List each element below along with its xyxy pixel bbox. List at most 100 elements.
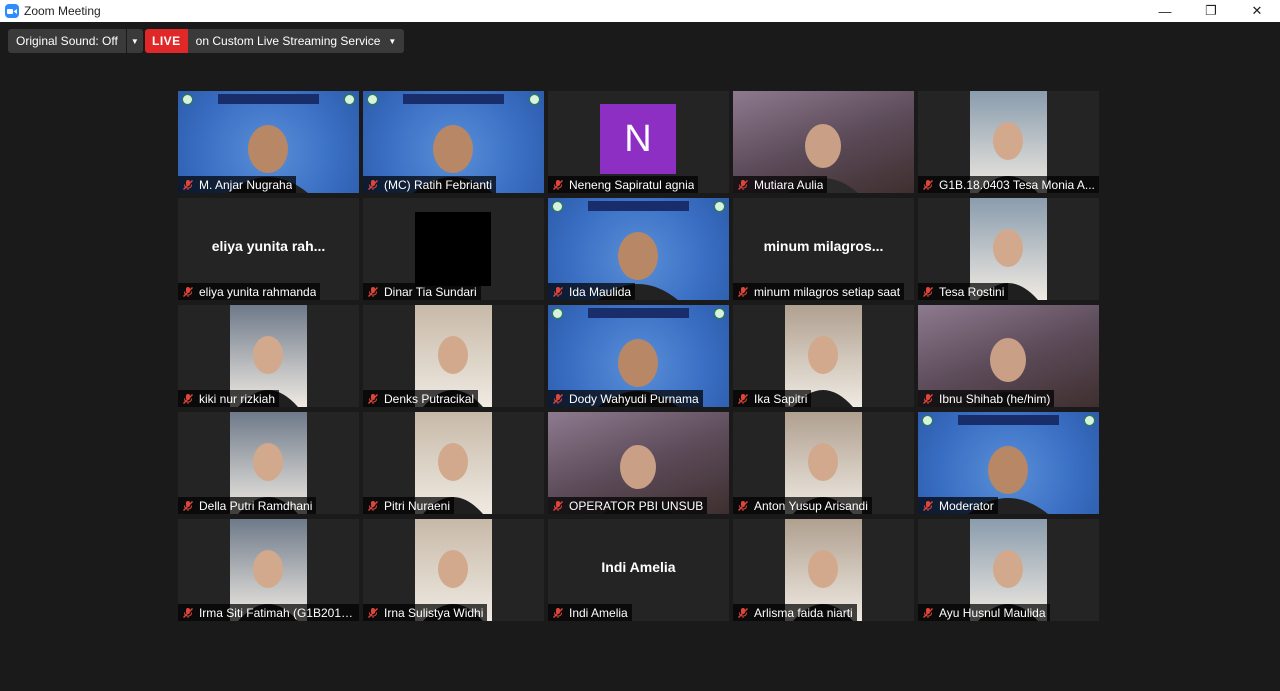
participant-name-bar: (MC) Ratih Febrianti bbox=[363, 176, 497, 193]
mic-muted-icon bbox=[921, 285, 935, 299]
participant-tile[interactable]: Anton Yusup Arisandi bbox=[733, 412, 914, 514]
mic-muted-icon bbox=[366, 392, 380, 406]
mic-muted-icon bbox=[181, 392, 195, 406]
participant-name-bar: G1B.18.0403 Tesa Monia A... bbox=[918, 176, 1099, 193]
mic-muted-icon bbox=[551, 285, 565, 299]
live-stream-control[interactable]: LIVE on Custom Live Streaming Service ▼ bbox=[145, 29, 405, 53]
participant-name: G1B.18.0403 Tesa Monia A... bbox=[939, 177, 1095, 192]
participant-name-bar: Irma Siti Fatimah (G1B2010... bbox=[178, 604, 359, 621]
participant-name-bar: Dinar Tia Sundari bbox=[363, 283, 481, 300]
window-controls: — ❐ ✕ bbox=[1142, 0, 1280, 22]
participant-name-bar: Arlisma faida niarti bbox=[733, 604, 857, 621]
participant-tile[interactable]: Della Putri Ramdhani bbox=[178, 412, 359, 514]
mic-muted-icon bbox=[181, 178, 195, 192]
live-badge: LIVE bbox=[145, 29, 188, 53]
participant-name: kiki nur rizkiah bbox=[199, 391, 276, 406]
close-button[interactable]: ✕ bbox=[1234, 0, 1280, 22]
gallery-grid: M. Anjar Nugraha (MC) Ratih Febrianti N Nen… bbox=[178, 91, 1099, 621]
mic-muted-icon bbox=[921, 178, 935, 192]
mic-muted-icon bbox=[921, 392, 935, 406]
restore-button[interactable]: ❐ bbox=[1188, 0, 1234, 22]
participant-tile[interactable]: Arlisma faida niarti bbox=[733, 519, 914, 621]
participant-tile[interactable]: Moderator bbox=[918, 412, 1099, 514]
participant-tile[interactable]: Pitri Nuraeni bbox=[363, 412, 544, 514]
participant-name-bar: Tesa Rostini bbox=[918, 283, 1009, 300]
mic-muted-icon bbox=[551, 606, 565, 620]
mic-muted-icon bbox=[366, 285, 380, 299]
participant-tile[interactable]: eliya yunita rah... eliya yunita rahmanda bbox=[178, 198, 359, 300]
participant-name: Arlisma faida niarti bbox=[754, 605, 853, 620]
participant-name: OPERATOR PBI UNSUB bbox=[569, 498, 704, 513]
mic-muted-icon bbox=[181, 499, 195, 513]
participant-tile[interactable]: Indi Amelia Indi Amelia bbox=[548, 519, 729, 621]
title-bar: Zoom Meeting — ❐ ✕ bbox=[0, 0, 1280, 22]
participant-display-name: Indi Amelia bbox=[601, 559, 676, 575]
zoom-app-icon bbox=[5, 4, 19, 18]
participant-tile[interactable]: Irna Sulistya Widhi bbox=[363, 519, 544, 621]
mic-muted-icon bbox=[736, 285, 750, 299]
participant-tile[interactable]: Dody Wahyudi Purnama bbox=[548, 305, 729, 407]
participant-name: Irma Siti Fatimah (G1B2010... bbox=[198, 605, 357, 620]
participant-name: Moderator bbox=[939, 498, 994, 513]
participant-name-bar: M. Anjar Nugraha bbox=[178, 176, 297, 193]
participant-tile[interactable]: Denks Putracikal bbox=[363, 305, 544, 407]
participant-name-bar: Mutiara Aulia bbox=[733, 176, 828, 193]
participant-name: Mutiara Aulia bbox=[754, 177, 824, 192]
participant-name: Ayu Husnul Maulida bbox=[939, 605, 1046, 620]
meeting-toolbar: Original Sound: Off ▼ LIVE on Custom Liv… bbox=[0, 22, 1280, 60]
live-stream-service[interactable]: on Custom Live Streaming Service ▼ bbox=[187, 29, 405, 53]
participant-name: Pitri Nuraeni bbox=[384, 498, 451, 513]
participant-name: minum milagros setiap saat bbox=[754, 284, 901, 299]
participant-name: Ibnu Shihab (he/him) bbox=[939, 391, 1051, 406]
participant-tile[interactable]: (MC) Ratih Febrianti bbox=[363, 91, 544, 193]
window-title: Zoom Meeting bbox=[24, 4, 101, 18]
participant-name-bar: Ayu Husnul Maulida bbox=[918, 604, 1050, 621]
participant-name-bar: Neneng Sapiratul agnia bbox=[548, 176, 699, 193]
participant-name-bar: Della Putri Ramdhani bbox=[178, 497, 317, 514]
participant-tile[interactable]: minum milagros... minum milagros setiap s… bbox=[733, 198, 914, 300]
participant-tile[interactable]: Ida Maulida bbox=[548, 198, 729, 300]
participant-tile[interactable]: N Neneng Sapiratul agnia bbox=[548, 91, 729, 193]
participant-display-name: minum milagros... bbox=[763, 238, 884, 254]
participant-tile[interactable]: Mutiara Aulia bbox=[733, 91, 914, 193]
mic-muted-icon bbox=[551, 499, 565, 513]
participant-name-bar: Indi Amelia bbox=[548, 604, 632, 621]
participant-name: Indi Amelia bbox=[569, 605, 628, 620]
participant-name: Ika Sapitri bbox=[754, 391, 808, 406]
participant-name-bar: Pitri Nuraeni bbox=[363, 497, 455, 514]
participant-tile[interactable]: OPERATOR PBI UNSUB bbox=[548, 412, 729, 514]
participant-name-bar: Ida Maulida bbox=[548, 283, 636, 300]
mic-muted-icon bbox=[181, 606, 195, 620]
participant-tile[interactable]: G1B.18.0403 Tesa Monia A... bbox=[918, 91, 1099, 193]
original-sound-control[interactable]: Original Sound: Off ▼ bbox=[8, 29, 143, 53]
participant-tile[interactable]: Ibnu Shihab (he/him) bbox=[918, 305, 1099, 407]
participant-name: Dinar Tia Sundari bbox=[384, 284, 477, 299]
participant-tile[interactable]: Irma Siti Fatimah (G1B2010... bbox=[178, 519, 359, 621]
participant-display-name: eliya yunita rah... bbox=[211, 238, 326, 254]
chevron-down-icon[interactable]: ▼ bbox=[388, 37, 396, 46]
participant-tile[interactable]: Ayu Husnul Maulida bbox=[918, 519, 1099, 621]
minimize-button[interactable]: — bbox=[1142, 0, 1188, 22]
participant-tile[interactable]: M. Anjar Nugraha bbox=[178, 91, 359, 193]
participant-tile[interactable]: Dinar Tia Sundari bbox=[363, 198, 544, 300]
participant-name-bar: OPERATOR PBI UNSUB bbox=[548, 497, 708, 514]
participant-name: Tesa Rostini bbox=[939, 284, 1005, 299]
participant-name-bar: Moderator bbox=[918, 497, 998, 514]
mic-muted-icon bbox=[366, 178, 380, 192]
mic-muted-icon bbox=[736, 499, 750, 513]
mic-muted-icon bbox=[736, 392, 750, 406]
participant-tile[interactable]: Ika Sapitri bbox=[733, 305, 914, 407]
participant-name-bar: Ika Sapitri bbox=[733, 390, 812, 407]
original-sound-button[interactable]: Original Sound: Off bbox=[8, 29, 126, 53]
live-stream-label: on Custom Live Streaming Service bbox=[195, 34, 381, 48]
chevron-down-icon[interactable]: ▼ bbox=[125, 29, 143, 53]
participant-name: Irna Sulistya Widhi bbox=[384, 605, 484, 620]
mic-muted-icon bbox=[366, 499, 380, 513]
participant-tile[interactable]: kiki nur rizkiah bbox=[178, 305, 359, 407]
participant-name: Ida Maulida bbox=[569, 284, 632, 299]
participant-name: Anton Yusup Arisandi bbox=[754, 498, 868, 513]
participant-name: Denks Putracikal bbox=[384, 391, 475, 406]
participant-name-bar: Denks Putracikal bbox=[363, 390, 479, 407]
participant-name: Dody Wahyudi Purnama bbox=[569, 391, 699, 406]
participant-tile[interactable]: Tesa Rostini bbox=[918, 198, 1099, 300]
